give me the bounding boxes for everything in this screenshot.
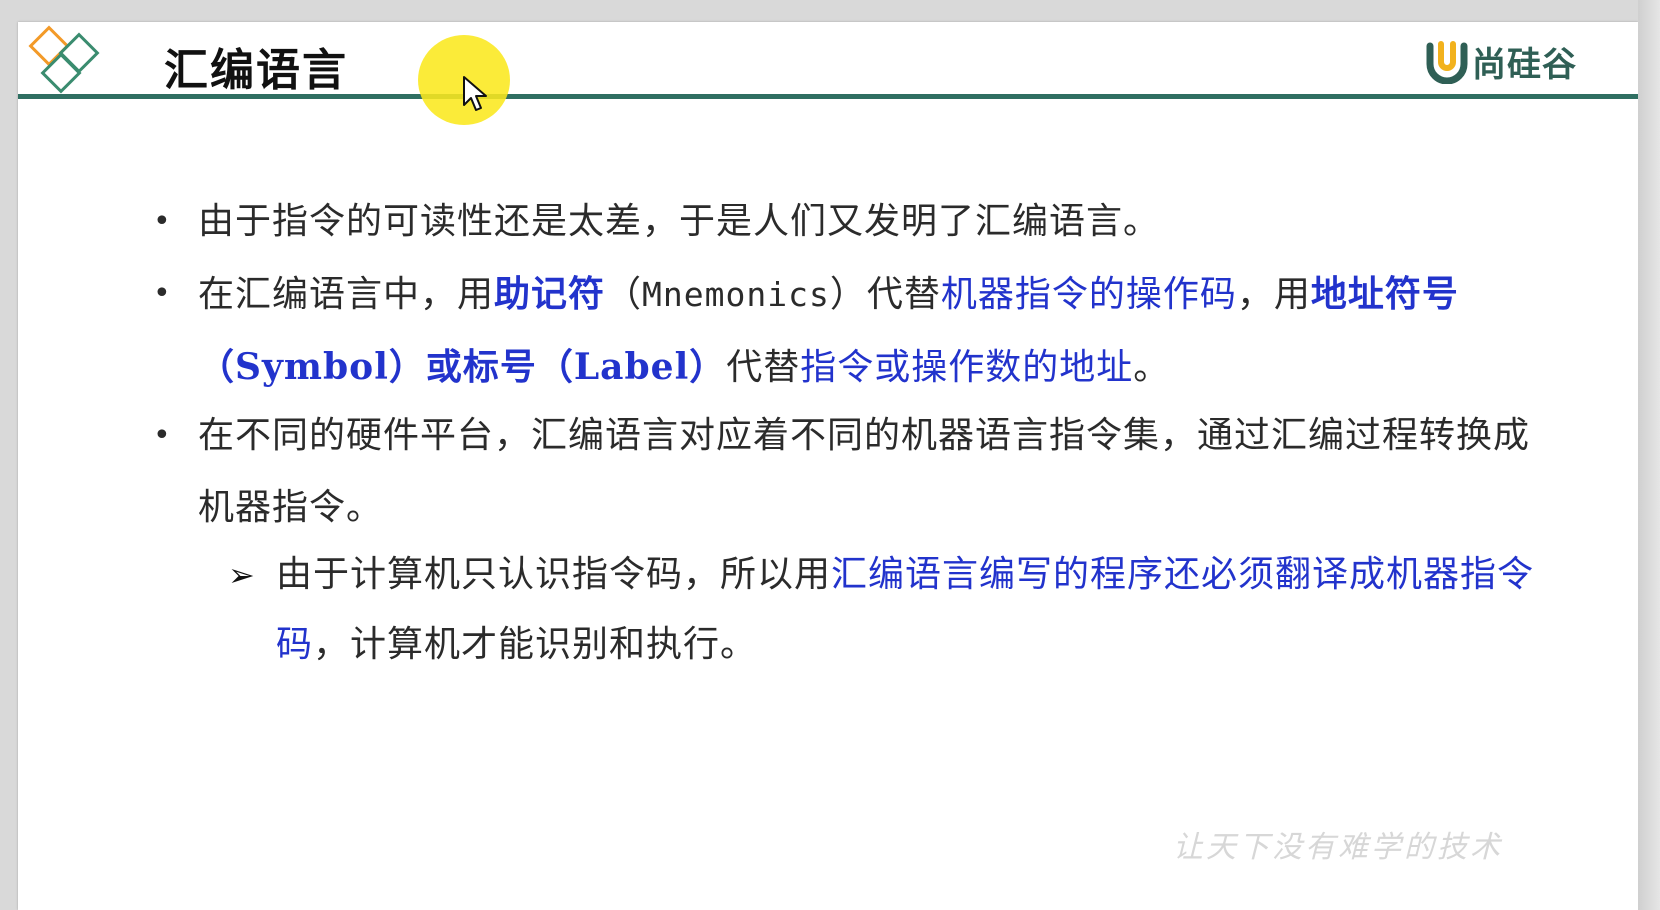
bullet-text: 在不同的硬件平台，汇编语言对应着不同的机器语言指令集，通过汇编过程转换成机器指令… <box>198 415 1531 528</box>
bullet-item-2: • 在汇编语言中，用助记符（Mnemonics）代替机器指令的操作码，用地址符号… <box>153 258 1538 404</box>
arrow-bullet-icon: ➢ <box>228 556 256 594</box>
mnemonics-term: Mnemonics <box>642 275 830 314</box>
slide: 汇编语言 尚硅谷 • 由于指令的可读性还是太差，于是人们又发明了汇编语言。 • … <box>18 22 1638 910</box>
bullet-marker: • <box>153 276 172 311</box>
sub-bullet-text-segment: 由于计算机只认识指令码，所以用 <box>276 554 832 595</box>
highlight-text-mnemonic: 助记符 <box>494 273 606 315</box>
bullet-text-segment: 在汇编语言中，用 <box>198 274 495 315</box>
bullet-item-3: • 在不同的硬件平台，汇编语言对应着不同的机器语言指令集，通过汇编过程转换成机器… <box>153 400 1538 544</box>
bullet-text-segment: 。 <box>1133 347 1171 388</box>
bullet-text-segment: ）代替 <box>829 274 941 315</box>
watermark: 让天下没有难学的技术 <box>1173 830 1503 865</box>
sub-bullet-text-segment: ，计算机才能识别和执行。 <box>313 624 758 665</box>
bullet-marker: • <box>153 418 172 453</box>
bullet-text-segment: 代替 <box>726 347 801 388</box>
window-edge <box>1638 0 1660 910</box>
slide-content: • 由于指令的可读性还是太差，于是人们又发明了汇编语言。 • 在汇编语言中，用助… <box>18 22 1638 910</box>
mouse-pointer-icon <box>463 76 487 111</box>
bullet-text: 由于指令的可读性还是太差，于是人们又发明了汇编语言。 <box>198 201 1161 242</box>
bullet-item-1: • 由于指令的可读性还是太差，于是人们又发明了汇编语言。 <box>153 186 1538 258</box>
highlight-text-opcode: 机器指令的操作码 <box>940 274 1237 315</box>
bullet-text-segment: （ <box>605 274 643 315</box>
bullet-text-segment: ，用 <box>1236 274 1311 315</box>
bullet-marker: • <box>153 204 172 239</box>
sub-bullet-item-1: ➢ 由于计算机只认识指令码，所以用汇编语言编写的程序还必须翻译成机器指令码，计算… <box>228 540 1536 680</box>
highlight-text-address: 指令或操作数的地址 <box>800 347 1134 388</box>
